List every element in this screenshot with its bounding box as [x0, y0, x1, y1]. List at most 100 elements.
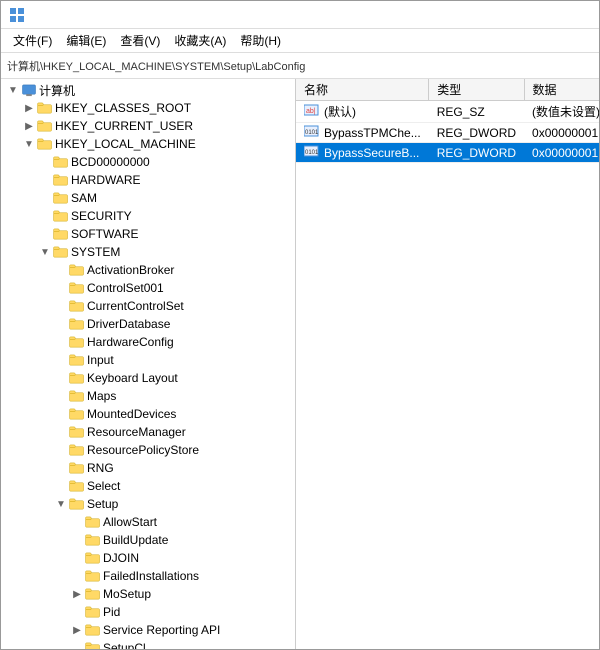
tree-item-system[interactable]: ▼ SYSTEM	[1, 243, 295, 261]
expand-arrow[interactable]: ▶	[21, 100, 37, 116]
expand-arrow[interactable]: ▼	[21, 136, 37, 152]
tree-item-label: Service Reporting API	[103, 623, 220, 637]
expand-arrow[interactable]: ▶	[69, 586, 85, 602]
expand-arrow[interactable]	[53, 388, 69, 404]
expand-arrow[interactable]: ▼	[53, 496, 69, 512]
tree-item-label: AllowStart	[103, 515, 157, 529]
expand-arrow[interactable]	[53, 298, 69, 314]
col-type: 类型	[429, 79, 524, 101]
expand-arrow[interactable]	[53, 406, 69, 422]
expand-arrow[interactable]	[53, 262, 69, 278]
expand-arrow[interactable]	[53, 352, 69, 368]
registry-row[interactable]: 0101BypassTPMChe...REG_DWORD0x00000001 (…	[296, 123, 599, 143]
tree-pane[interactable]: ▼计算机▶HKEY_CLASSES_ROOT▶HKEY_CURRENT_USER…	[1, 79, 296, 649]
expand-arrow[interactable]	[69, 514, 85, 530]
expand-arrow[interactable]	[69, 604, 85, 620]
expand-arrow[interactable]: ▶	[21, 118, 37, 134]
reg-data-cell: 0x00000001 (1)	[524, 143, 599, 163]
tree-item-label: HKEY_LOCAL_MACHINE	[55, 137, 196, 151]
tree-item-pid[interactable]: Pid	[1, 603, 295, 621]
tree-item-label: DJOIN	[103, 551, 139, 565]
tree-item-resource-policy-store[interactable]: ResourcePolicyStore	[1, 441, 295, 459]
tree-item-label: HARDWARE	[71, 173, 141, 187]
menu-item[interactable]: 文件(F)	[7, 30, 58, 51]
expand-arrow[interactable]	[53, 478, 69, 494]
tree-item-label: MoSetup	[103, 587, 151, 601]
folder-icon	[53, 173, 69, 187]
expand-arrow[interactable]	[37, 190, 53, 206]
tree-item-control-set001[interactable]: ControlSet001	[1, 279, 295, 297]
menu-item[interactable]: 查看(V)	[114, 30, 166, 51]
tree-item-hardware[interactable]: HARDWARE	[1, 171, 295, 189]
expand-arrow[interactable]: ▼	[5, 82, 21, 98]
expand-arrow[interactable]	[53, 334, 69, 350]
tree-item-djoin[interactable]: DJOIN	[1, 549, 295, 567]
folder-icon	[69, 479, 85, 493]
expand-arrow[interactable]	[53, 460, 69, 476]
tree-item-failed-installations[interactable]: FailedInstallations	[1, 567, 295, 585]
expand-arrow[interactable]	[69, 550, 85, 566]
address-label: 计算机\HKEY_LOCAL_MACHINE\SYSTEM\Setup\LabC…	[7, 58, 305, 74]
expand-arrow[interactable]	[37, 172, 53, 188]
reg-data-cell: 0x00000001 (1)	[524, 123, 599, 143]
tree-item-driver-database[interactable]: DriverDatabase	[1, 315, 295, 333]
tree-item-bcd[interactable]: BCD00000000	[1, 153, 295, 171]
menu-item[interactable]: 编辑(E)	[60, 30, 112, 51]
tree-item-current-control-set[interactable]: CurrentControlSet	[1, 297, 295, 315]
menu-item[interactable]: 收藏夹(A)	[168, 30, 232, 51]
expand-arrow[interactable]	[53, 442, 69, 458]
expand-arrow[interactable]: ▼	[37, 244, 53, 260]
tree-item-input[interactable]: Input	[1, 351, 295, 369]
folder-icon	[69, 389, 85, 403]
tree-item-computer[interactable]: ▼计算机	[1, 81, 295, 99]
expand-arrow[interactable]: ▶	[69, 622, 85, 638]
menu-item[interactable]: 帮助(H)	[234, 30, 287, 51]
tree-item-setup[interactable]: ▼ Setup	[1, 495, 295, 513]
tree-item-setup-cl[interactable]: SetupCl	[1, 639, 295, 649]
tree-item-sam[interactable]: SAM	[1, 189, 295, 207]
tree-item-label: SYSTEM	[71, 245, 120, 259]
registry-row[interactable]: ab|(默认)REG_SZ(数值未设置)	[296, 101, 599, 123]
registry-row[interactable]: 0101BypassSecureB...REG_DWORD0x00000001 …	[296, 143, 599, 163]
expand-arrow[interactable]	[37, 154, 53, 170]
dword-icon: 0101	[304, 125, 320, 137]
tree-item-hardware-config[interactable]: HardwareConfig	[1, 333, 295, 351]
tree-item-label: Setup	[87, 497, 118, 511]
folder-icon	[85, 515, 101, 529]
address-bar: 计算机\HKEY_LOCAL_MACHINE\SYSTEM\Setup\LabC…	[1, 53, 599, 79]
expand-arrow[interactable]	[37, 208, 53, 224]
tree-item-mounted-devices[interactable]: MountedDevices	[1, 405, 295, 423]
tree-item-keyboard-layout[interactable]: Keyboard Layout	[1, 369, 295, 387]
tree-item-label: SECURITY	[71, 209, 132, 223]
tree-item-classes-root[interactable]: ▶HKEY_CLASSES_ROOT	[1, 99, 295, 117]
tree-item-allow-start[interactable]: AllowStart	[1, 513, 295, 531]
folder-icon	[69, 299, 85, 313]
tree-item-service-reporting[interactable]: ▶ Service Reporting API	[1, 621, 295, 639]
registry-pane[interactable]: 名称 类型 数据 ab|(默认)REG_SZ(数值未设置)0101BypassT…	[296, 79, 599, 649]
expand-arrow[interactable]	[69, 640, 85, 649]
tree-item-local-machine[interactable]: ▼ HKEY_LOCAL_MACHINE	[1, 135, 295, 153]
tree-item-build-update[interactable]: BuildUpdate	[1, 531, 295, 549]
tree-item-mo-setup[interactable]: ▶ MoSetup	[1, 585, 295, 603]
tree-item-activation-broker[interactable]: ActivationBroker	[1, 261, 295, 279]
tree-item-security[interactable]: SECURITY	[1, 207, 295, 225]
expand-arrow[interactable]	[53, 370, 69, 386]
expand-arrow[interactable]	[69, 568, 85, 584]
tree-item-resource-manager[interactable]: ResourceManager	[1, 423, 295, 441]
ab-icon: ab|	[304, 104, 320, 116]
expand-arrow[interactable]	[53, 424, 69, 440]
expand-arrow[interactable]	[37, 226, 53, 242]
tree-item-select[interactable]: Select	[1, 477, 295, 495]
title-bar	[1, 1, 599, 29]
folder-icon	[53, 227, 69, 241]
tree-item-software-hklm[interactable]: SOFTWARE	[1, 225, 295, 243]
tree-item-current-user[interactable]: ▶HKEY_CURRENT_USER	[1, 117, 295, 135]
expand-arrow[interactable]	[53, 316, 69, 332]
expand-arrow[interactable]	[69, 532, 85, 548]
expand-arrow[interactable]	[53, 280, 69, 296]
tree-item-rng[interactable]: RNG	[1, 459, 295, 477]
tree-item-maps[interactable]: Maps	[1, 387, 295, 405]
tree-item-label: ResourceManager	[87, 425, 186, 439]
folder-icon	[85, 551, 101, 565]
tree-item-label: ActivationBroker	[87, 263, 174, 277]
